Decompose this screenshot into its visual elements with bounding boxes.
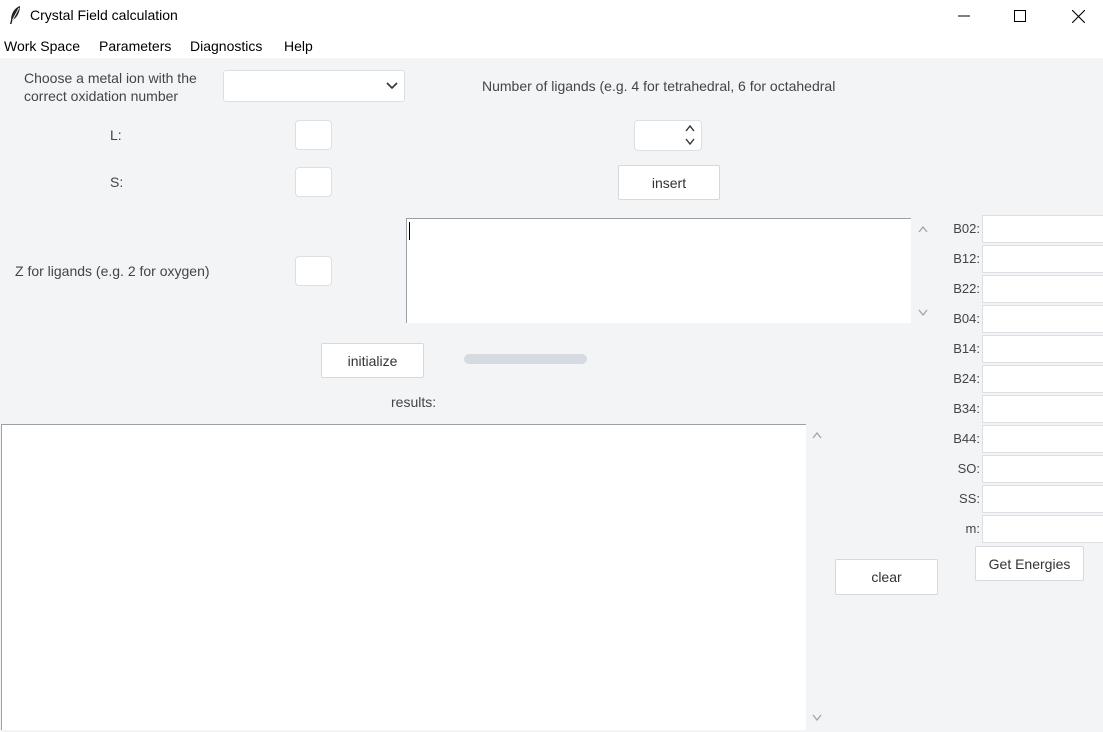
results-text-area[interactable] [1, 424, 806, 730]
param-label: B34: [953, 401, 980, 416]
initialize-button[interactable]: initialize [321, 343, 424, 378]
param-field-b02[interactable] [982, 215, 1103, 243]
param-field-b04[interactable] [982, 305, 1103, 333]
ligand-text-scrollbar[interactable] [911, 218, 935, 323]
metal-ion-combobox[interactable] [223, 70, 405, 102]
menu-help[interactable]: Help [284, 38, 313, 54]
menu-work-space[interactable]: Work Space [4, 38, 80, 54]
param-field-ss[interactable] [982, 485, 1103, 513]
minimize-button[interactable] [935, 0, 993, 32]
maximize-button[interactable] [991, 0, 1049, 32]
ligand-text-area[interactable] [406, 218, 911, 323]
param-field-b34[interactable] [982, 395, 1103, 423]
scroll-up-icon[interactable] [918, 226, 928, 233]
param-label: B22: [953, 281, 980, 296]
spin-up-icon[interactable] [685, 125, 695, 132]
param-label: SO: [957, 461, 980, 476]
param-label: B14: [953, 341, 980, 356]
menu-diagnostics[interactable]: Diagnostics [190, 38, 262, 54]
minimize-icon [958, 15, 970, 17]
l-label: L: [110, 127, 122, 143]
ligands-count-spinbox[interactable] [634, 120, 702, 151]
ligands-count-label: Number of ligands (e.g. 4 for tetrahedra… [482, 78, 836, 94]
param-label: SS: [959, 491, 980, 506]
z-ligands-label: Z for ligands (e.g. 2 for oxygen) [15, 263, 210, 279]
maximize-icon [1014, 10, 1026, 22]
scroll-up-icon[interactable] [812, 432, 822, 439]
l-field[interactable] [295, 120, 332, 150]
menu-parameters[interactable]: Parameters [99, 38, 171, 54]
scroll-down-icon[interactable] [812, 714, 822, 721]
z-ligands-field[interactable] [295, 256, 332, 286]
close-button[interactable] [1049, 0, 1103, 32]
spin-down-icon[interactable] [685, 138, 695, 145]
param-label: B24: [953, 371, 980, 386]
param-field-b24[interactable] [982, 365, 1103, 393]
feather-icon [8, 5, 22, 25]
s-label: S: [110, 174, 124, 190]
param-field-b14[interactable] [982, 335, 1103, 363]
param-label: B44: [953, 431, 980, 446]
progress-bar [464, 354, 587, 364]
window-title: Crystal Field calculation [30, 7, 178, 23]
param-field-b44[interactable] [982, 425, 1103, 453]
get-energies-button[interactable]: Get Energies [975, 546, 1084, 581]
param-label: m: [965, 521, 980, 536]
clear-button[interactable]: clear [835, 559, 938, 595]
param-label: B02: [953, 221, 980, 236]
insert-button[interactable]: insert [618, 165, 720, 200]
param-field-so[interactable] [982, 455, 1103, 483]
param-field-m[interactable] [982, 515, 1103, 543]
param-field-b22[interactable] [982, 275, 1103, 303]
param-label: B04: [953, 311, 980, 326]
close-icon [1071, 9, 1085, 23]
chevron-down-icon [386, 82, 398, 90]
scroll-down-icon[interactable] [918, 309, 928, 316]
param-label: B12: [953, 251, 980, 266]
results-label: results: [391, 394, 437, 410]
text-cursor [409, 222, 410, 240]
results-scrollbar[interactable] [806, 424, 828, 730]
metal-ion-label: Choose a metal ion with the correct oxid… [24, 70, 197, 104]
param-field-b12[interactable] [982, 245, 1103, 273]
s-field[interactable] [295, 167, 332, 197]
